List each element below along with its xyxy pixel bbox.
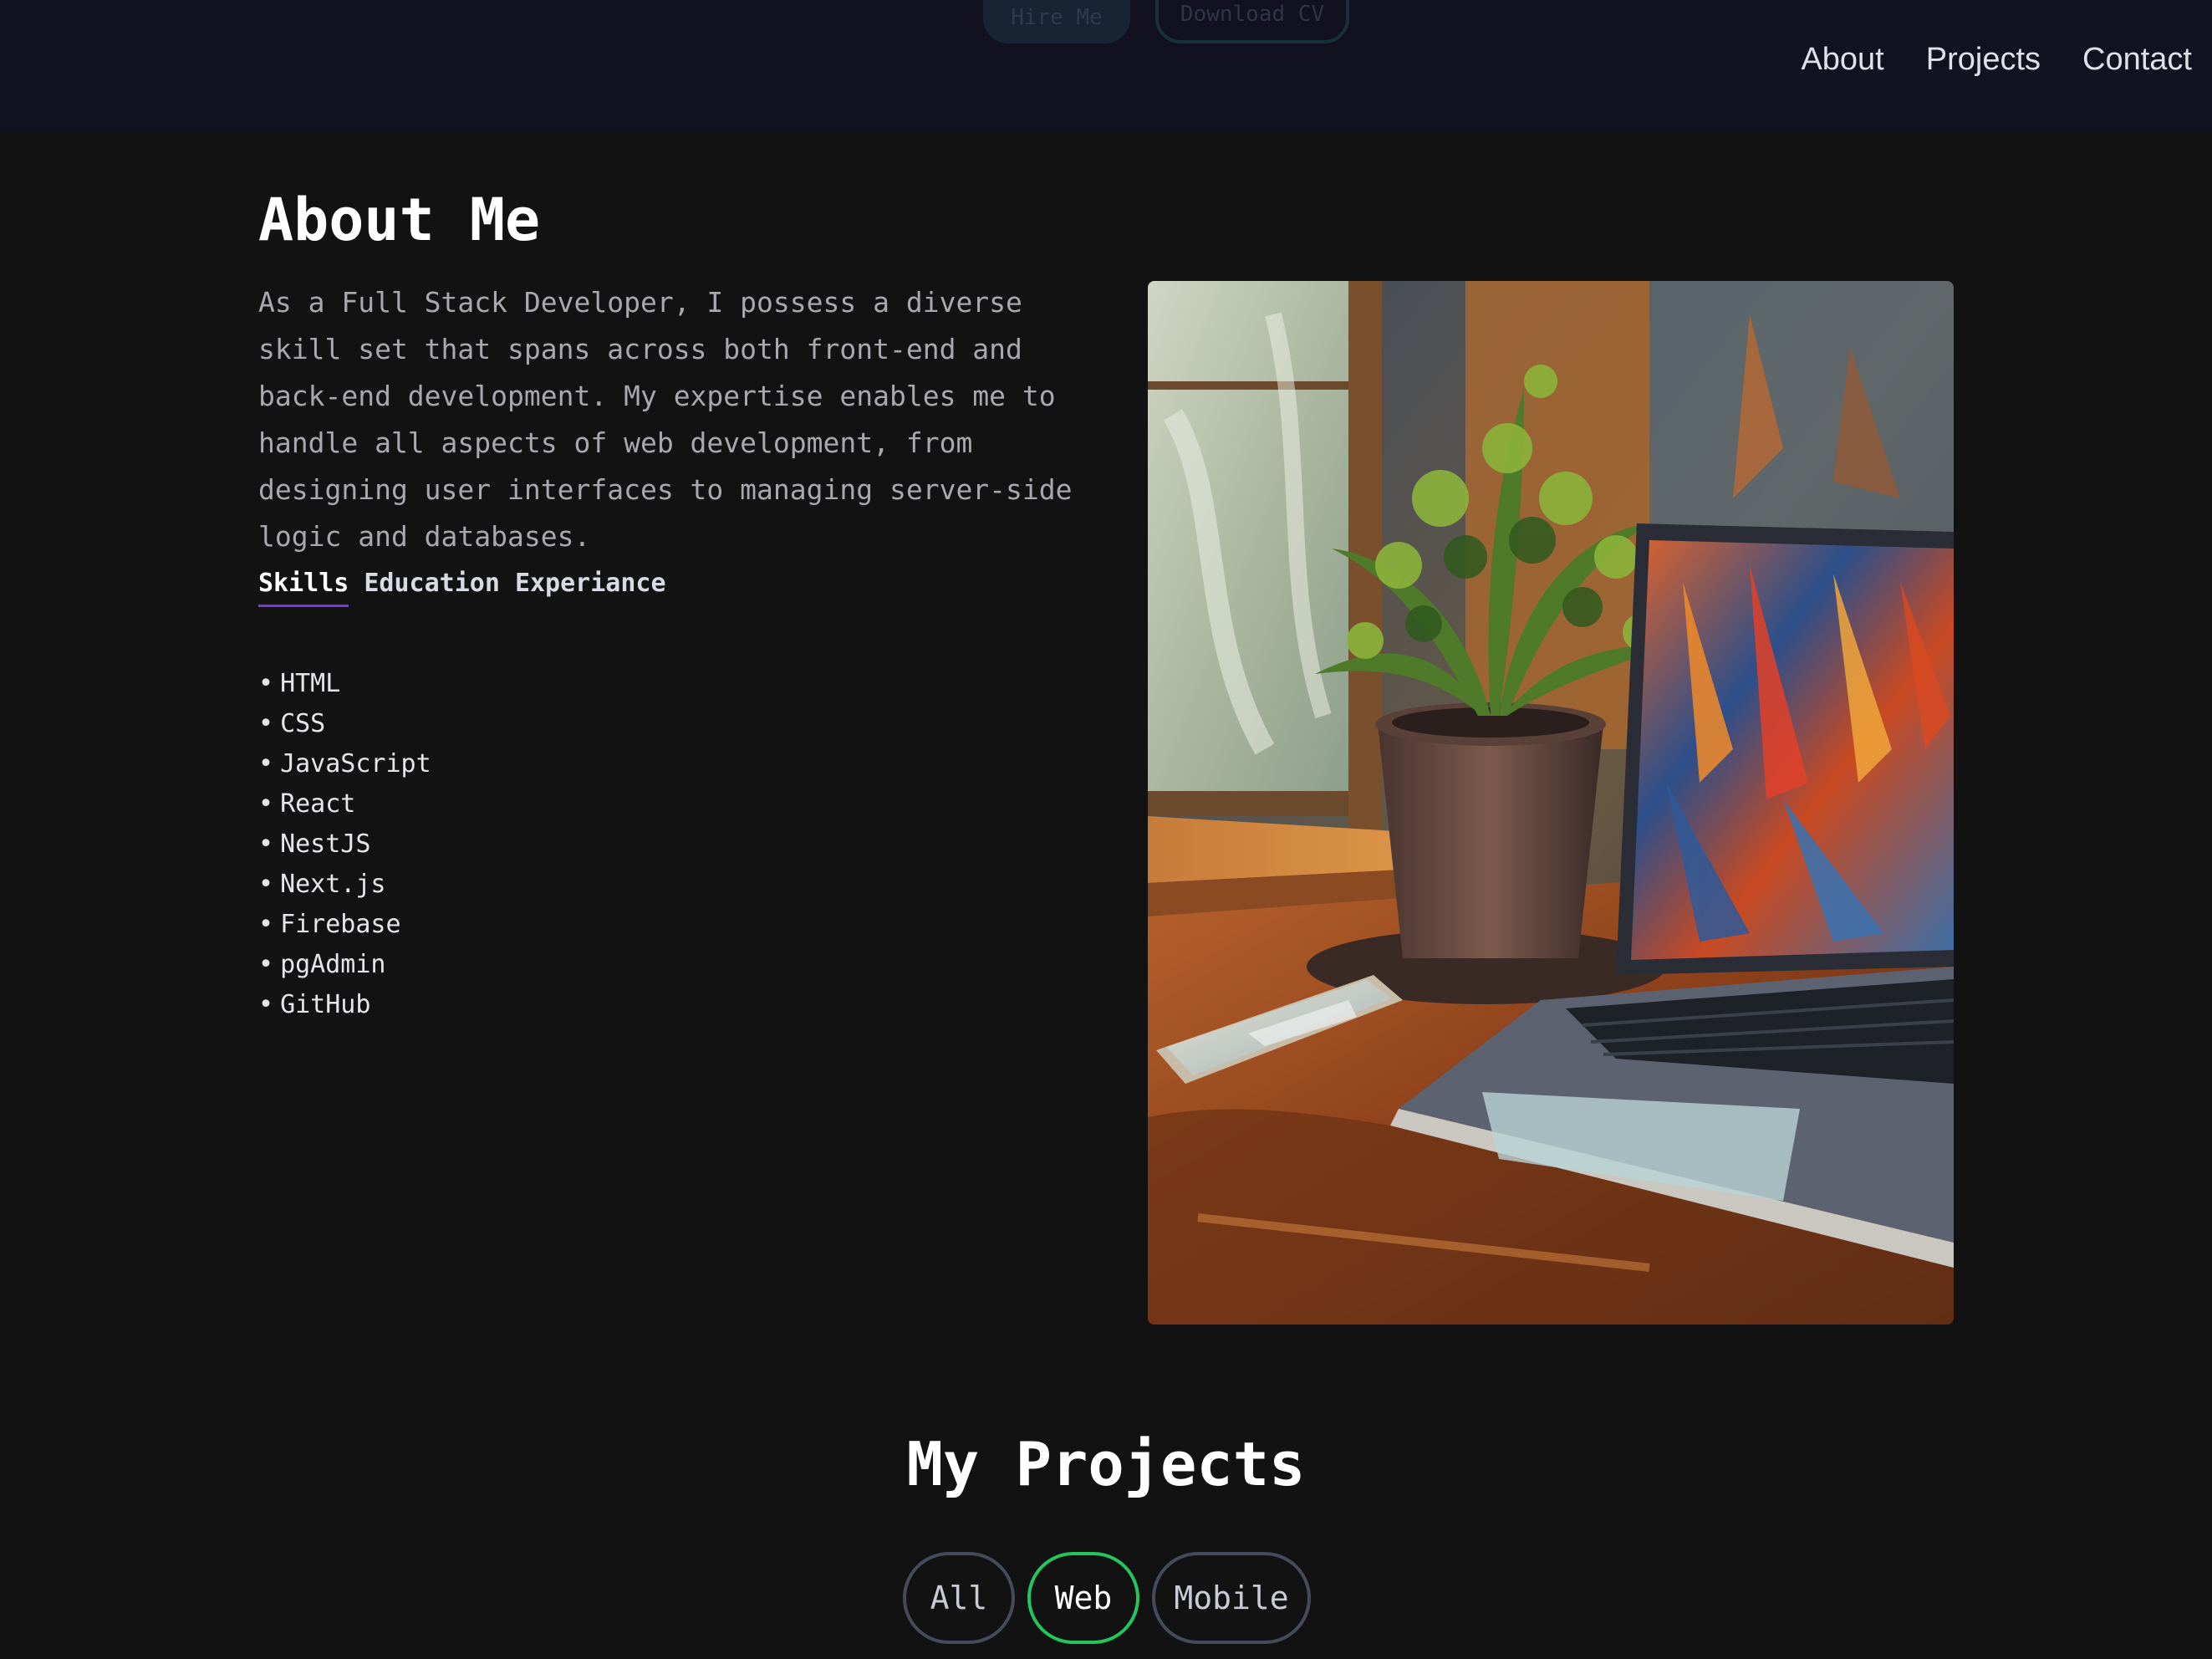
about-title: About Me bbox=[258, 186, 541, 254]
hire-me-button-faded[interactable]: Hire Me bbox=[983, 0, 1130, 43]
skill-label: pgAdmin bbox=[280, 950, 386, 979]
skill-item: • pgAdmin bbox=[258, 950, 386, 979]
skills-list: • HTML • CSS • JavaScript • React • NestJS • N… bbox=[258, 664, 431, 1025]
skill-item: • Firebase bbox=[258, 910, 401, 939]
download-cv-label: Download CV bbox=[1180, 2, 1325, 27]
tab-experience[interactable]: Experiance bbox=[515, 569, 666, 607]
skill-label: Firebase bbox=[280, 910, 401, 939]
skill-item: • JavaScript bbox=[258, 749, 431, 778]
nav-link-projects[interactable]: Projects bbox=[1926, 42, 2041, 78]
skill-item: • React bbox=[258, 789, 356, 819]
tab-skills[interactable]: Skills bbox=[258, 569, 349, 607]
skill-label: CSS bbox=[280, 709, 326, 738]
about-tabs: Skills Education Experiance bbox=[258, 569, 666, 607]
skill-label: React bbox=[280, 789, 356, 819]
nav-link-about[interactable]: About bbox=[1801, 42, 1883, 78]
skill-label: GitHub bbox=[280, 990, 371, 1019]
filter-web-button[interactable]: Web bbox=[1027, 1552, 1139, 1644]
filter-mobile-button[interactable]: Mobile bbox=[1152, 1552, 1311, 1644]
skill-item: • NestJS bbox=[258, 830, 371, 859]
filter-all-button[interactable]: All bbox=[903, 1552, 1015, 1644]
tab-education[interactable]: Education bbox=[364, 569, 500, 607]
top-navbar: Hire Me Download CV About Projects Conta… bbox=[0, 0, 2212, 131]
skill-item: • GitHub bbox=[258, 990, 371, 1019]
about-description: As a Full Stack Developer, I possess a d… bbox=[258, 286, 1073, 553]
skill-item: • Next.js bbox=[258, 870, 386, 899]
about-illustration bbox=[1148, 281, 1954, 1325]
skill-item: • CSS bbox=[258, 709, 326, 738]
skill-label: NestJS bbox=[280, 830, 371, 859]
skill-label: Next.js bbox=[280, 870, 386, 899]
skill-label: HTML bbox=[280, 669, 341, 698]
projects-title: My Projects bbox=[906, 1429, 1306, 1499]
nav-link-contact[interactable]: Contact bbox=[2082, 42, 2192, 78]
project-filters: All Web Mobile bbox=[0, 1552, 2212, 1646]
download-cv-button-faded[interactable]: Download CV bbox=[1155, 0, 1349, 43]
nav-links: About Projects Contact bbox=[1801, 42, 2192, 78]
skill-label: JavaScript bbox=[280, 749, 431, 778]
hire-me-label: Hire Me bbox=[1011, 5, 1103, 30]
skill-item: • HTML bbox=[258, 669, 341, 698]
